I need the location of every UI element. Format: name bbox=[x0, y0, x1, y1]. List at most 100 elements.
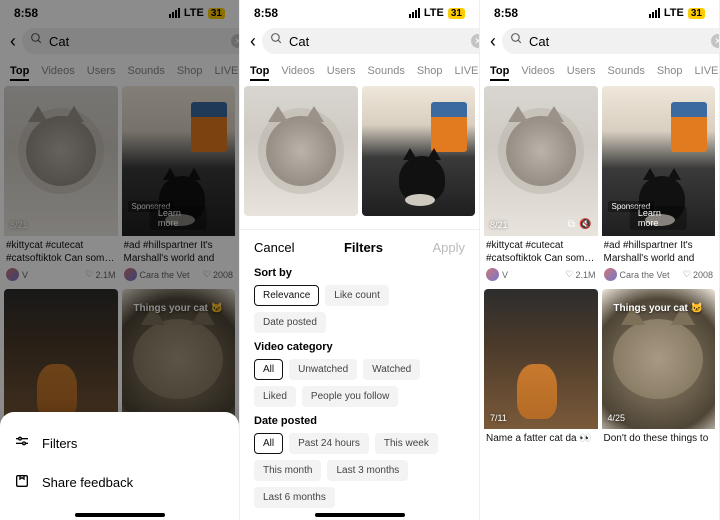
chip-unwatched[interactable]: Unwatched bbox=[289, 359, 357, 380]
video-card[interactable]: 8/21 ⧉ 🔇 #kittycat #cutecat #catsoftikto… bbox=[484, 86, 598, 285]
apply-button[interactable]: Apply bbox=[432, 240, 465, 255]
carrier-label: LTE bbox=[664, 7, 684, 19]
clear-icon[interactable]: ✕ bbox=[471, 34, 480, 48]
date-badge: 4/25 bbox=[608, 413, 626, 423]
avatar bbox=[124, 268, 137, 281]
avatar bbox=[6, 268, 19, 281]
video-thumb: 7/11 bbox=[484, 289, 598, 429]
home-indicator bbox=[75, 513, 165, 517]
chip-people-you-follow[interactable]: People you follow bbox=[302, 386, 398, 407]
tab-videos[interactable]: Videos bbox=[521, 65, 554, 77]
tab-sounds[interactable]: Sounds bbox=[368, 65, 405, 77]
tab-sounds[interactable]: Sounds bbox=[128, 65, 165, 77]
search-box[interactable]: ✕ bbox=[502, 28, 720, 54]
status-right: LTE 31 bbox=[409, 7, 465, 19]
video-card[interactable]: Things your cat 🐱 bbox=[122, 289, 236, 429]
tab-top[interactable]: Top bbox=[10, 65, 29, 77]
phone-screen-3: 8:58 LTE 31 ‹ ✕ ⋯ Top Videos Users Sound… bbox=[480, 0, 720, 520]
tab-top[interactable]: Top bbox=[490, 65, 509, 77]
category-chips: All Unwatched Watched Liked People you f… bbox=[254, 359, 465, 407]
tab-videos[interactable]: Videos bbox=[281, 65, 314, 77]
chip-last-3-months[interactable]: Last 3 months bbox=[327, 460, 408, 481]
clear-icon[interactable]: ✕ bbox=[231, 34, 240, 48]
signal-icon bbox=[169, 8, 180, 18]
tab-videos[interactable]: Videos bbox=[41, 65, 74, 77]
tab-sounds[interactable]: Sounds bbox=[608, 65, 645, 77]
chip-date-all[interactable]: All bbox=[254, 433, 283, 454]
video-thumb: Sponsored Learn more bbox=[602, 86, 716, 236]
tab-live[interactable]: LIVE bbox=[455, 65, 479, 77]
back-icon[interactable]: ‹ bbox=[250, 31, 256, 52]
sort-by-title: Sort by bbox=[254, 267, 465, 279]
video-card[interactable] bbox=[362, 86, 476, 216]
collection-icon[interactable]: ⧉ bbox=[568, 219, 575, 230]
video-thumb: Sponsored Learn more bbox=[122, 86, 236, 236]
search-input[interactable] bbox=[529, 34, 705, 49]
tab-shop[interactable]: Shop bbox=[177, 65, 203, 77]
tab-shop[interactable]: Shop bbox=[657, 65, 683, 77]
status-bar: 8:58 LTE 31 bbox=[0, 0, 239, 22]
chip-all[interactable]: All bbox=[254, 359, 283, 380]
search-input[interactable] bbox=[49, 34, 225, 49]
search-box[interactable]: ✕ bbox=[262, 28, 480, 54]
tab-users[interactable]: Users bbox=[327, 65, 356, 77]
chip-relevance[interactable]: Relevance bbox=[254, 285, 319, 306]
avatar bbox=[604, 268, 617, 281]
like-count: 2.1M bbox=[575, 270, 595, 280]
phone-screen-1: 8:58 LTE 31 ‹ ✕ ⋯ Top Videos Users Sound… bbox=[0, 0, 240, 520]
tab-live[interactable]: LIVE bbox=[215, 65, 239, 77]
video-card[interactable]: 8/21 #kittycat #cutecat #catsoftiktok Ca… bbox=[4, 86, 118, 285]
carrier-label: LTE bbox=[424, 7, 444, 19]
back-icon[interactable]: ‹ bbox=[10, 31, 16, 52]
filters-label: Filters bbox=[42, 436, 77, 451]
chip-this-month[interactable]: This month bbox=[254, 460, 321, 481]
search-input[interactable] bbox=[289, 34, 465, 49]
avatar bbox=[486, 268, 499, 281]
username: Cara the Vet bbox=[620, 270, 670, 280]
chip-watched[interactable]: Watched bbox=[363, 359, 420, 380]
carrier-label: LTE bbox=[184, 7, 204, 19]
chip-liked[interactable]: Liked bbox=[254, 386, 296, 407]
date-badge: 8/21 bbox=[490, 220, 508, 230]
cancel-button[interactable]: Cancel bbox=[254, 240, 294, 255]
video-card[interactable]: Sponsored Learn more #ad #hillspartner I… bbox=[602, 86, 716, 285]
username: Cara the Vet bbox=[140, 270, 190, 280]
mute-icon[interactable]: 🔇 bbox=[579, 219, 591, 230]
tab-live[interactable]: LIVE bbox=[695, 65, 719, 77]
video-caption: Don't do these things to bbox=[604, 433, 714, 446]
chip-last-6-months[interactable]: Last 6 months bbox=[254, 487, 335, 508]
heart-icon: ♡ bbox=[683, 269, 691, 280]
search-row: ‹ ✕ ⋯ bbox=[240, 22, 479, 60]
learn-more-button[interactable]: Learn more bbox=[150, 206, 207, 230]
battery-icon: 31 bbox=[448, 8, 465, 19]
filters-row[interactable]: Filters bbox=[14, 424, 225, 463]
chip-date-posted[interactable]: Date posted bbox=[254, 312, 326, 333]
video-card[interactable] bbox=[4, 289, 118, 429]
status-right: LTE 31 bbox=[169, 7, 225, 19]
video-card[interactable] bbox=[244, 86, 358, 216]
video-thumb: Things your cat 🐱 4/25 bbox=[602, 289, 716, 429]
video-card[interactable]: Sponsored Learn more #ad #hillspartner I… bbox=[122, 86, 236, 285]
battery-icon: 31 bbox=[688, 8, 705, 19]
tab-shop[interactable]: Shop bbox=[417, 65, 443, 77]
filters-panel: Cancel Filters Apply Sort by Relevance L… bbox=[240, 229, 479, 520]
video-caption: #ad #hillspartner It's Marshall's world … bbox=[604, 240, 714, 265]
feedback-row[interactable]: Share feedback bbox=[14, 463, 225, 502]
date-chips: All Past 24 hours This week This month L… bbox=[254, 433, 465, 508]
learn-more-button[interactable]: Learn more bbox=[630, 206, 687, 230]
like-count: 2.1M bbox=[95, 270, 115, 280]
status-time: 8:58 bbox=[494, 6, 518, 20]
search-box[interactable]: ✕ bbox=[22, 28, 240, 54]
video-card[interactable]: Things your cat 🐱 4/25 Don't do these th… bbox=[602, 289, 716, 450]
search-icon bbox=[270, 32, 283, 50]
clear-icon[interactable]: ✕ bbox=[711, 34, 720, 48]
tab-users[interactable]: Users bbox=[567, 65, 596, 77]
back-icon[interactable]: ‹ bbox=[490, 31, 496, 52]
chip-past-24h[interactable]: Past 24 hours bbox=[289, 433, 369, 454]
tab-users[interactable]: Users bbox=[87, 65, 116, 77]
video-card[interactable]: 7/11 Name a fatter cat da 👀 bbox=[484, 289, 598, 450]
chip-this-week[interactable]: This week bbox=[375, 433, 438, 454]
video-thumb: 8/21 bbox=[4, 86, 118, 236]
tab-top[interactable]: Top bbox=[250, 65, 269, 77]
chip-like-count[interactable]: Like count bbox=[325, 285, 389, 306]
